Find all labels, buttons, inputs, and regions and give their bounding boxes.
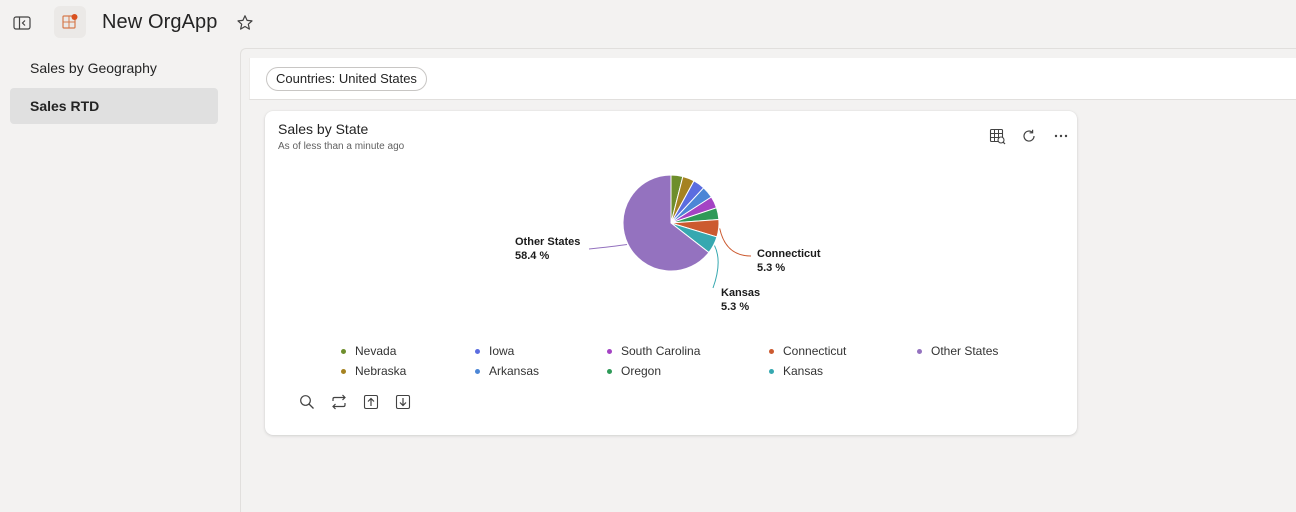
- legend-item-arkansas[interactable]: Arkansas: [475, 362, 539, 380]
- legend-item-kansas[interactable]: Kansas: [769, 362, 823, 380]
- legend-swatch: [341, 368, 346, 374]
- legend-label: South Carolina: [621, 344, 701, 358]
- data-label-value-kansas: 5.3 %: [721, 301, 749, 313]
- legend-swatch: [607, 368, 612, 374]
- data-label-name-connecticut: Connecticut: [757, 248, 821, 260]
- filter-bar: Countries: United States: [249, 58, 1296, 100]
- sales-by-state-card: Sales by State As of less than a minute …: [265, 111, 1077, 435]
- sidebar-nav: Sales by Geography Sales RTD: [10, 50, 218, 126]
- app-title: New OrgApp: [102, 11, 218, 33]
- sidebar-item-sales-rtd[interactable]: Sales RTD: [10, 88, 218, 124]
- card-actions: [981, 125, 1077, 147]
- top-bar: New OrgApp: [0, 0, 1296, 46]
- legend-item-oregon[interactable]: Oregon: [607, 362, 661, 380]
- refresh-icon[interactable]: [1013, 125, 1045, 147]
- legend-label: Kansas: [783, 364, 824, 378]
- data-label-name-kansas: Kansas: [721, 287, 760, 299]
- legend-swatch: [475, 368, 480, 374]
- country-filter-pill[interactable]: Countries: United States: [266, 67, 427, 91]
- legend-item-iowa[interactable]: Iowa: [475, 342, 514, 360]
- leader-line-other-states: [588, 244, 628, 250]
- legend-swatch: [607, 348, 612, 354]
- legend-label: Nevada: [355, 344, 397, 358]
- legend-item-nebraska[interactable]: Nebraska: [341, 362, 406, 380]
- legend-item-connecticut[interactable]: Connecticut: [769, 342, 846, 360]
- table-view-icon[interactable]: [981, 125, 1013, 147]
- legend-label: Arkansas: [489, 364, 540, 378]
- legend-swatch: [769, 368, 774, 374]
- leader-line-kansas: [712, 245, 719, 289]
- card-title: Sales by State: [278, 121, 369, 137]
- leader-line-connecticut: [719, 228, 752, 257]
- swap-icon[interactable]: [323, 391, 355, 413]
- data-label-name-other-states: Other States: [515, 236, 580, 248]
- legend-label: Oregon: [621, 364, 662, 378]
- pie-chart: Other States 58.4 % Connecticut 5.3 % Kansas…: [515, 174, 821, 313]
- data-label-value-other-states: 58.4 %: [515, 250, 549, 262]
- legend-swatch: [769, 348, 774, 354]
- chart-toolbar: [291, 391, 419, 413]
- app-logo-icon: [54, 6, 86, 38]
- search-icon[interactable]: [291, 391, 323, 413]
- legend-item-other-states[interactable]: Other States: [917, 342, 998, 360]
- legend-label: Iowa: [489, 344, 515, 358]
- star-icon[interactable]: [235, 13, 255, 33]
- data-label-value-connecticut: 5.3 %: [757, 262, 785, 274]
- legend-label: Connecticut: [783, 344, 847, 358]
- legend-item-nevada[interactable]: Nevada: [341, 342, 396, 360]
- legend-swatch: [917, 348, 922, 354]
- card-subtitle: As of less than a minute ago: [278, 141, 405, 152]
- panel-left-icon[interactable]: [12, 13, 32, 33]
- drill-up-icon[interactable]: [355, 391, 387, 413]
- chart-legend: Nevada Nebraska Iowa Arkansas South Carolina…: [341, 341, 1041, 381]
- legend-label: Other States: [931, 344, 999, 358]
- legend-label: Nebraska: [355, 364, 407, 378]
- content-pane: Countries: United States Sales by State …: [240, 48, 1296, 512]
- sidebar-item-sales-by-geography[interactable]: Sales by Geography: [10, 50, 218, 86]
- legend-swatch: [341, 348, 346, 354]
- drill-down-icon[interactable]: [387, 391, 419, 413]
- filter-key: Countries:: [276, 71, 336, 86]
- more-icon[interactable]: [1045, 125, 1077, 147]
- filter-value: United States: [338, 71, 417, 86]
- legend-item-south-carolina[interactable]: South Carolina: [607, 342, 700, 360]
- legend-swatch: [475, 348, 480, 354]
